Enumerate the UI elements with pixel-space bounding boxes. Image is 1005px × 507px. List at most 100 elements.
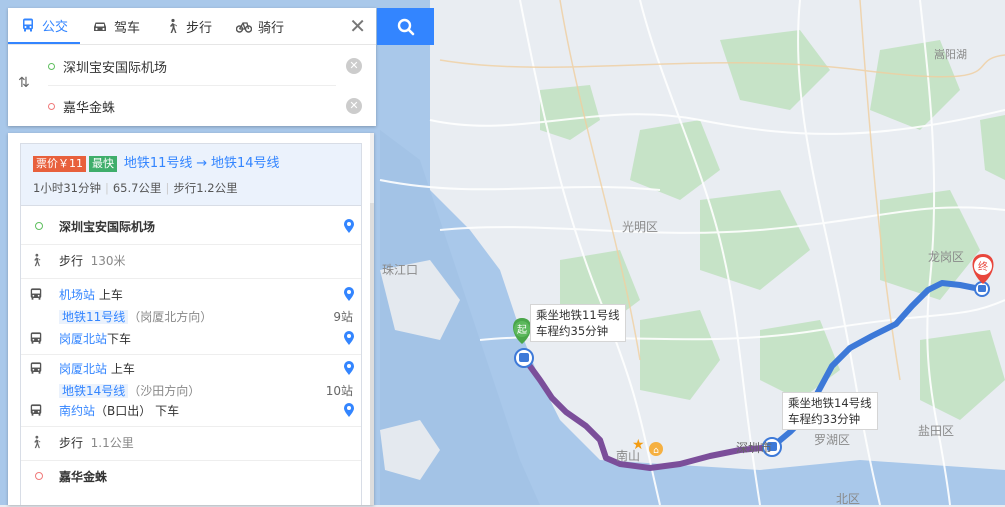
start-dot-icon xyxy=(48,62,55,70)
line2-name[interactable]: 地铁14号线 xyxy=(59,384,129,398)
swap-icon[interactable]: ⇅ xyxy=(18,75,30,91)
route-option-card[interactable]: 票价￥11 最快 地铁11号线 → 地铁14号线 1小时31分钟 | 65.7公里 | 步… xyxy=(20,143,362,505)
route-callout-line14: 乘坐地铁14号线 车程约33分钟 xyxy=(782,392,878,430)
bus-icon xyxy=(23,18,33,32)
line1-direction: （岗厦北方向） xyxy=(128,310,213,324)
scrollbar-track[interactable] xyxy=(370,133,374,203)
board1-action: 上车 xyxy=(98,288,123,302)
bike-icon xyxy=(236,22,253,33)
route-summary[interactable]: 票价￥11 最快 地铁11号线 → 地铁14号线 1小时31分钟 | 65.7公里 | 步… xyxy=(21,144,361,206)
map-label-lake: 嵩阳湖 xyxy=(934,48,967,61)
route-search-panel: 公交 驾车 步行 骑行 ✕ ⇅ 深圳宝安国际机场 ✕ 嘉华金蛛 ✕ xyxy=(8,8,376,126)
destination-dot-icon xyxy=(35,472,43,480)
alight2-exit: （B口出） xyxy=(95,404,152,418)
tab-walk-label: 步行 xyxy=(186,20,213,36)
walk-icon xyxy=(170,18,178,33)
scrollbar-thumb[interactable] xyxy=(370,203,374,505)
alight1-station[interactable]: 岗厦北站 xyxy=(59,332,107,346)
line1-name[interactable]: 地铁11号线 xyxy=(59,310,129,324)
map-label-nanshan: 南山 xyxy=(616,449,641,463)
route-line-b: 地铁14号线 xyxy=(210,156,280,171)
tab-drive[interactable]: 驾车 xyxy=(80,8,152,44)
map-label-north: 北区 xyxy=(836,492,861,506)
line2-stop-count: 10站 xyxy=(325,384,353,398)
start-location-field[interactable]: 深圳宝安国际机场 ✕ xyxy=(48,47,362,86)
map-label-shenzhen: 深圳市 xyxy=(736,441,773,455)
alight2-action: 下车 xyxy=(155,404,180,418)
origin-name: 深圳宝安国际机场 xyxy=(59,220,156,234)
start-location-value: 深圳宝安国际机场 xyxy=(63,60,168,76)
start-pin-label: 起 xyxy=(517,324,527,336)
map-label-yantian: 盐田区 xyxy=(918,424,955,438)
car-icon xyxy=(94,22,107,31)
step-alight-1: 岗厦北站下车 xyxy=(21,330,361,350)
step-line-1: 地铁11号线 （岗厦北方向） 9站 xyxy=(21,308,361,328)
locate-pin-icon[interactable] xyxy=(343,360,355,379)
end-dot-icon xyxy=(48,102,55,110)
board2-action: 上车 xyxy=(110,362,135,376)
board2-station[interactable]: 岗厦北站 xyxy=(59,362,107,376)
board1-station[interactable]: 机场站 xyxy=(59,288,95,302)
callout-line14-duration: 车程约33分钟 xyxy=(788,412,861,426)
step-board-2: 岗厦北站 上车 xyxy=(21,360,361,380)
map-label-zhujiangkou: 珠江口 xyxy=(382,263,419,277)
tab-bike-label: 骑行 xyxy=(258,20,285,36)
tab-drive-label: 驾车 xyxy=(114,20,141,36)
route-result-panel: 票价￥11 最快 地铁11号线 → 地铁14号线 1小时31分钟 | 65.7公里 | 步… xyxy=(8,133,374,505)
end-location-field[interactable]: 嘉华金蛛 ✕ xyxy=(48,87,362,125)
step-alight-2: 南约站（B口出） 下车 xyxy=(21,402,361,422)
tab-transit[interactable]: 公交 xyxy=(8,8,81,44)
step-walk-2: 步行 1.1公里 xyxy=(21,434,361,454)
route-arrow: → xyxy=(196,156,208,171)
walk2-label: 步行 xyxy=(59,436,84,450)
locate-pin-icon[interactable] xyxy=(343,330,355,349)
travel-mode-tabs: 公交 驾车 步行 骑行 ✕ xyxy=(8,8,376,45)
search-icon xyxy=(397,18,414,35)
callout-line11-duration: 车程约35分钟 xyxy=(536,324,609,338)
step-line-2: 地铁14号线 （沙田方向） 10站 xyxy=(21,382,361,402)
tab-walk[interactable]: 步行 xyxy=(152,8,224,44)
price-badge: 票价￥11 xyxy=(33,156,86,172)
locate-pin-icon[interactable] xyxy=(343,286,355,305)
metro-icon xyxy=(29,286,43,305)
route-callout-line11: 乘坐地铁11号线 车程约35分钟 xyxy=(530,304,626,342)
end-pin-label: 终 xyxy=(978,260,988,273)
locate-pin-icon[interactable] xyxy=(343,402,355,421)
route-inputs: ⇅ 深圳宝安国际机场 ✕ 嘉华金蛛 ✕ xyxy=(8,45,376,125)
end-location-value: 嘉华金蛛 xyxy=(63,100,116,116)
walk-step-icon xyxy=(29,434,43,453)
close-icon[interactable]: ✕ xyxy=(349,16,366,36)
fastest-badge: 最快 xyxy=(89,156,117,172)
step-board-1: 机场站 上车 xyxy=(21,286,361,306)
route-line-a: 地铁11号线 xyxy=(123,156,193,171)
map-label-longgang: 龙岗区 xyxy=(928,250,965,264)
tab-transit-label: 公交 xyxy=(42,19,69,35)
step-origin: 深圳宝安国际机场 xyxy=(21,218,361,238)
locate-pin-icon[interactable] xyxy=(343,218,355,237)
map-label-guangming: 光明区 xyxy=(622,220,659,234)
walk1-distance: 130米 xyxy=(90,254,126,268)
route-distance: 65.7公里 xyxy=(112,181,162,195)
map-label-luohu: 罗湖区 xyxy=(814,433,851,447)
walk2-distance: 1.1公里 xyxy=(90,436,134,450)
alight1-action: 下车 xyxy=(107,332,132,346)
route-duration: 1小时31分钟 xyxy=(33,181,101,195)
destination-name: 嘉华金蛛 xyxy=(59,470,108,484)
metro-icon xyxy=(29,360,43,379)
callout-line14-title: 乘坐地铁14号线 xyxy=(788,396,872,410)
search-button[interactable] xyxy=(377,8,434,45)
walk-step-icon xyxy=(29,252,43,271)
callout-line11-title: 乘坐地铁11号线 xyxy=(536,308,620,322)
clear-start-icon[interactable]: ✕ xyxy=(346,58,362,74)
walk1-label: 步行 xyxy=(59,254,84,268)
route-walk-total: 步行1.2公里 xyxy=(173,181,238,195)
step-destination: 嘉华金蛛 xyxy=(21,468,361,488)
svg-text:⌂: ⌂ xyxy=(653,446,659,456)
clear-end-icon[interactable]: ✕ xyxy=(346,98,362,114)
tab-bike[interactable]: 骑行 xyxy=(224,8,296,44)
alight2-station[interactable]: 南约站 xyxy=(59,404,95,418)
metro-icon xyxy=(29,330,43,349)
line2-direction: （沙田方向） xyxy=(128,384,201,398)
step-walk-1: 步行 130米 xyxy=(21,252,361,272)
origin-dot-icon xyxy=(35,222,43,230)
